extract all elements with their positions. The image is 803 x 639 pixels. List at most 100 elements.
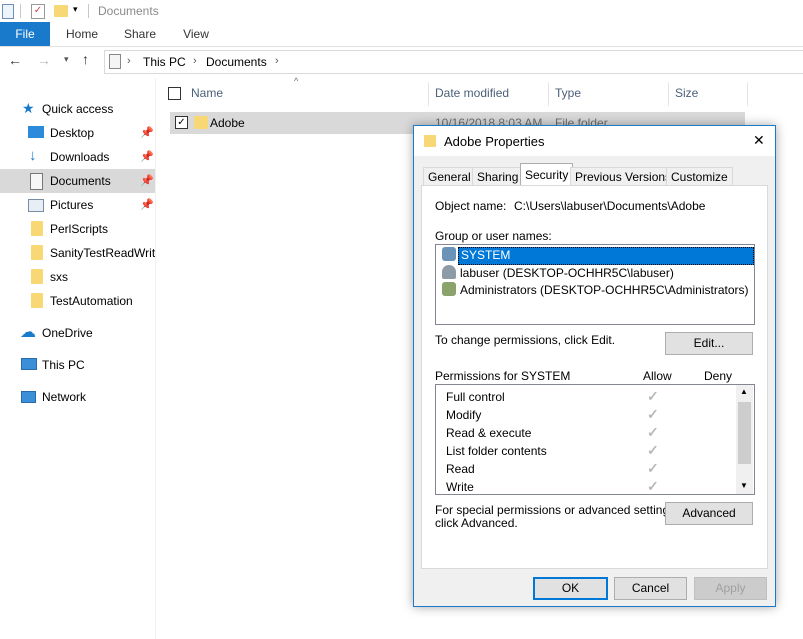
breadcrumb-separator-icon: › <box>275 55 279 67</box>
pin-icon[interactable]: 📌 <box>140 174 154 187</box>
window-title-bar: ✓ ▾ Documents <box>0 0 803 22</box>
nav-this-pc[interactable]: This PC <box>0 353 155 377</box>
object-name-value: C:\Users\labuser\Documents\Adobe <box>514 199 706 213</box>
nav-network[interactable]: Network <box>0 385 155 409</box>
permissions-list: Full control ✓ Modify ✓ Read & execute ✓ Li… <box>435 384 755 495</box>
nav-item-sanitytestreadwrite[interactable]: SanityTestReadWrite <box>0 241 155 265</box>
folder-icon <box>31 221 43 236</box>
column-header-size[interactable]: Size <box>675 86 698 100</box>
apply-button[interactable]: Apply <box>694 577 767 600</box>
tab-customize[interactable]: Customize <box>666 167 733 186</box>
nav-item-label: Downloads <box>50 150 110 164</box>
tab-security[interactable]: Security <box>520 163 574 186</box>
nav-item-sxs[interactable]: sxs <box>0 265 155 289</box>
sort-ascending-icon: ^ <box>294 76 299 86</box>
tab-previous-versions[interactable]: Previous Versions <box>570 167 677 186</box>
list-item-administrators[interactable]: Administrators (DESKTOP-OCHHR5C\Administ… <box>437 281 753 298</box>
scrollbar[interactable]: ▲ ▼ <box>736 385 753 494</box>
object-name-label: Object name: <box>435 199 507 213</box>
quick-access-toolbar-icon[interactable] <box>2 4 14 19</box>
tab-share[interactable]: Share <box>118 22 162 46</box>
nav-item-pictures[interactable]: Pictures 📌 <box>0 193 155 217</box>
user-name: Administrators (DESKTOP-OCHHR5C\Administ… <box>460 283 749 297</box>
address-bar[interactable]: › This PC › Documents › <box>104 50 803 74</box>
security-panel: Object name: C:\Users\labuser\Documents\… <box>421 185 768 569</box>
allow-column-label: Allow <box>643 369 672 383</box>
special-permissions-text-1: For special permissions or advanced sett… <box>435 503 679 517</box>
network-icon <box>21 391 36 403</box>
folder-icon <box>424 135 436 147</box>
folder-icon <box>31 293 43 308</box>
nav-onedrive[interactable]: ☁ OneDrive <box>0 321 155 345</box>
cancel-button[interactable]: Cancel <box>614 577 687 600</box>
change-permissions-text: To change permissions, click Edit. <box>435 333 616 347</box>
tab-home[interactable]: Home <box>60 22 104 46</box>
tab-file[interactable]: File <box>0 22 50 46</box>
nav-item-desktop[interactable]: Desktop 📌 <box>0 121 155 145</box>
nav-item-perlscripts[interactable]: PerlScripts <box>0 217 155 241</box>
file-list-header: ^ Name Date modified Type Size <box>160 76 760 106</box>
column-header-type[interactable]: Type <box>555 86 581 100</box>
permission-name: Full control <box>446 390 505 404</box>
documents-location-icon <box>109 54 121 69</box>
pin-icon[interactable]: 📌 <box>140 198 154 211</box>
special-permissions-text-2: click Advanced. <box>435 516 518 530</box>
allow-check-icon: ✓ <box>647 478 659 494</box>
advanced-button[interactable]: Advanced <box>665 502 753 525</box>
properties-icon[interactable]: ✓ <box>31 4 45 19</box>
nav-item-documents[interactable]: Documents 📌 <box>0 169 155 193</box>
edit-button[interactable]: Edit... <box>665 332 753 355</box>
scroll-up-icon[interactable]: ▲ <box>740 387 748 396</box>
breadcrumb-this-pc[interactable]: This PC <box>143 55 186 69</box>
nav-item-label: SanityTestReadWrite <box>50 246 155 260</box>
nav-item-label: PerlScripts <box>50 222 109 236</box>
desktop-icon <box>28 126 44 138</box>
recent-locations-icon[interactable]: ▾ <box>64 54 69 65</box>
close-icon[interactable]: ✕ <box>753 132 765 149</box>
permission-name: Read & execute <box>446 426 532 440</box>
permission-name: List folder contents <box>446 444 547 458</box>
permission-name: Read <box>446 462 475 476</box>
pin-icon[interactable]: 📌 <box>140 150 154 163</box>
list-item-system[interactable]: SYSTEM <box>437 246 754 265</box>
list-item-labuser[interactable]: labuser (DESKTOP-OCHHR5C\labuser) <box>437 264 753 281</box>
row-checkbox[interactable]: ✓ <box>175 116 188 129</box>
permission-name: Modify <box>446 408 482 422</box>
nav-quick-access[interactable]: ★ Quick access <box>0 97 155 121</box>
user-icon <box>442 265 456 279</box>
pin-icon[interactable]: 📌 <box>140 126 154 139</box>
tab-general[interactable]: General <box>423 167 476 186</box>
up-arrow-icon[interactable]: ↑ <box>82 51 89 67</box>
downloads-icon: ↓ <box>29 147 37 164</box>
permission-name: Write <box>446 480 474 494</box>
column-header-name[interactable]: Name <box>191 86 223 100</box>
customize-toolbar-dropdown-icon[interactable]: ▾ <box>73 4 78 15</box>
nav-item-downloads[interactable]: ↓ Downloads 📌 <box>0 145 155 169</box>
ok-button[interactable]: OK <box>533 577 608 600</box>
folder-icon <box>194 116 208 129</box>
ribbon-tabs: File Home Share View <box>0 22 803 47</box>
select-all-checkbox[interactable] <box>168 87 181 100</box>
scrollbar-thumb[interactable] <box>738 402 751 464</box>
breadcrumb-documents[interactable]: Documents <box>206 55 267 69</box>
user-name: labuser (DESKTOP-OCHHR5C\labuser) <box>460 266 674 280</box>
nav-item-label: TestAutomation <box>50 294 133 308</box>
navigation-bar: ← → ▾ ↑ › This PC › Documents › <box>0 47 803 77</box>
file-name: Adobe <box>210 116 245 130</box>
nav-item-testautomation[interactable]: TestAutomation <box>0 289 155 313</box>
nav-item-label: sxs <box>50 270 68 284</box>
back-arrow-icon[interactable]: ← <box>8 52 22 68</box>
column-header-date-modified[interactable]: Date modified <box>435 86 509 100</box>
new-folder-icon[interactable] <box>54 5 68 17</box>
allow-check-icon: ✓ <box>647 424 659 440</box>
allow-check-icon: ✓ <box>647 406 659 422</box>
nav-onedrive-label: OneDrive <box>42 326 93 340</box>
scroll-down-icon[interactable]: ▼ <box>740 481 748 490</box>
user-name: SYSTEM <box>458 247 754 265</box>
forward-arrow-icon[interactable]: → <box>37 52 51 68</box>
tab-sharing[interactable]: Sharing <box>472 167 524 186</box>
deny-column-label: Deny <box>704 369 733 383</box>
nav-this-pc-label: This PC <box>42 358 85 372</box>
tab-view[interactable]: View <box>176 22 216 46</box>
star-icon: ★ <box>22 100 35 116</box>
